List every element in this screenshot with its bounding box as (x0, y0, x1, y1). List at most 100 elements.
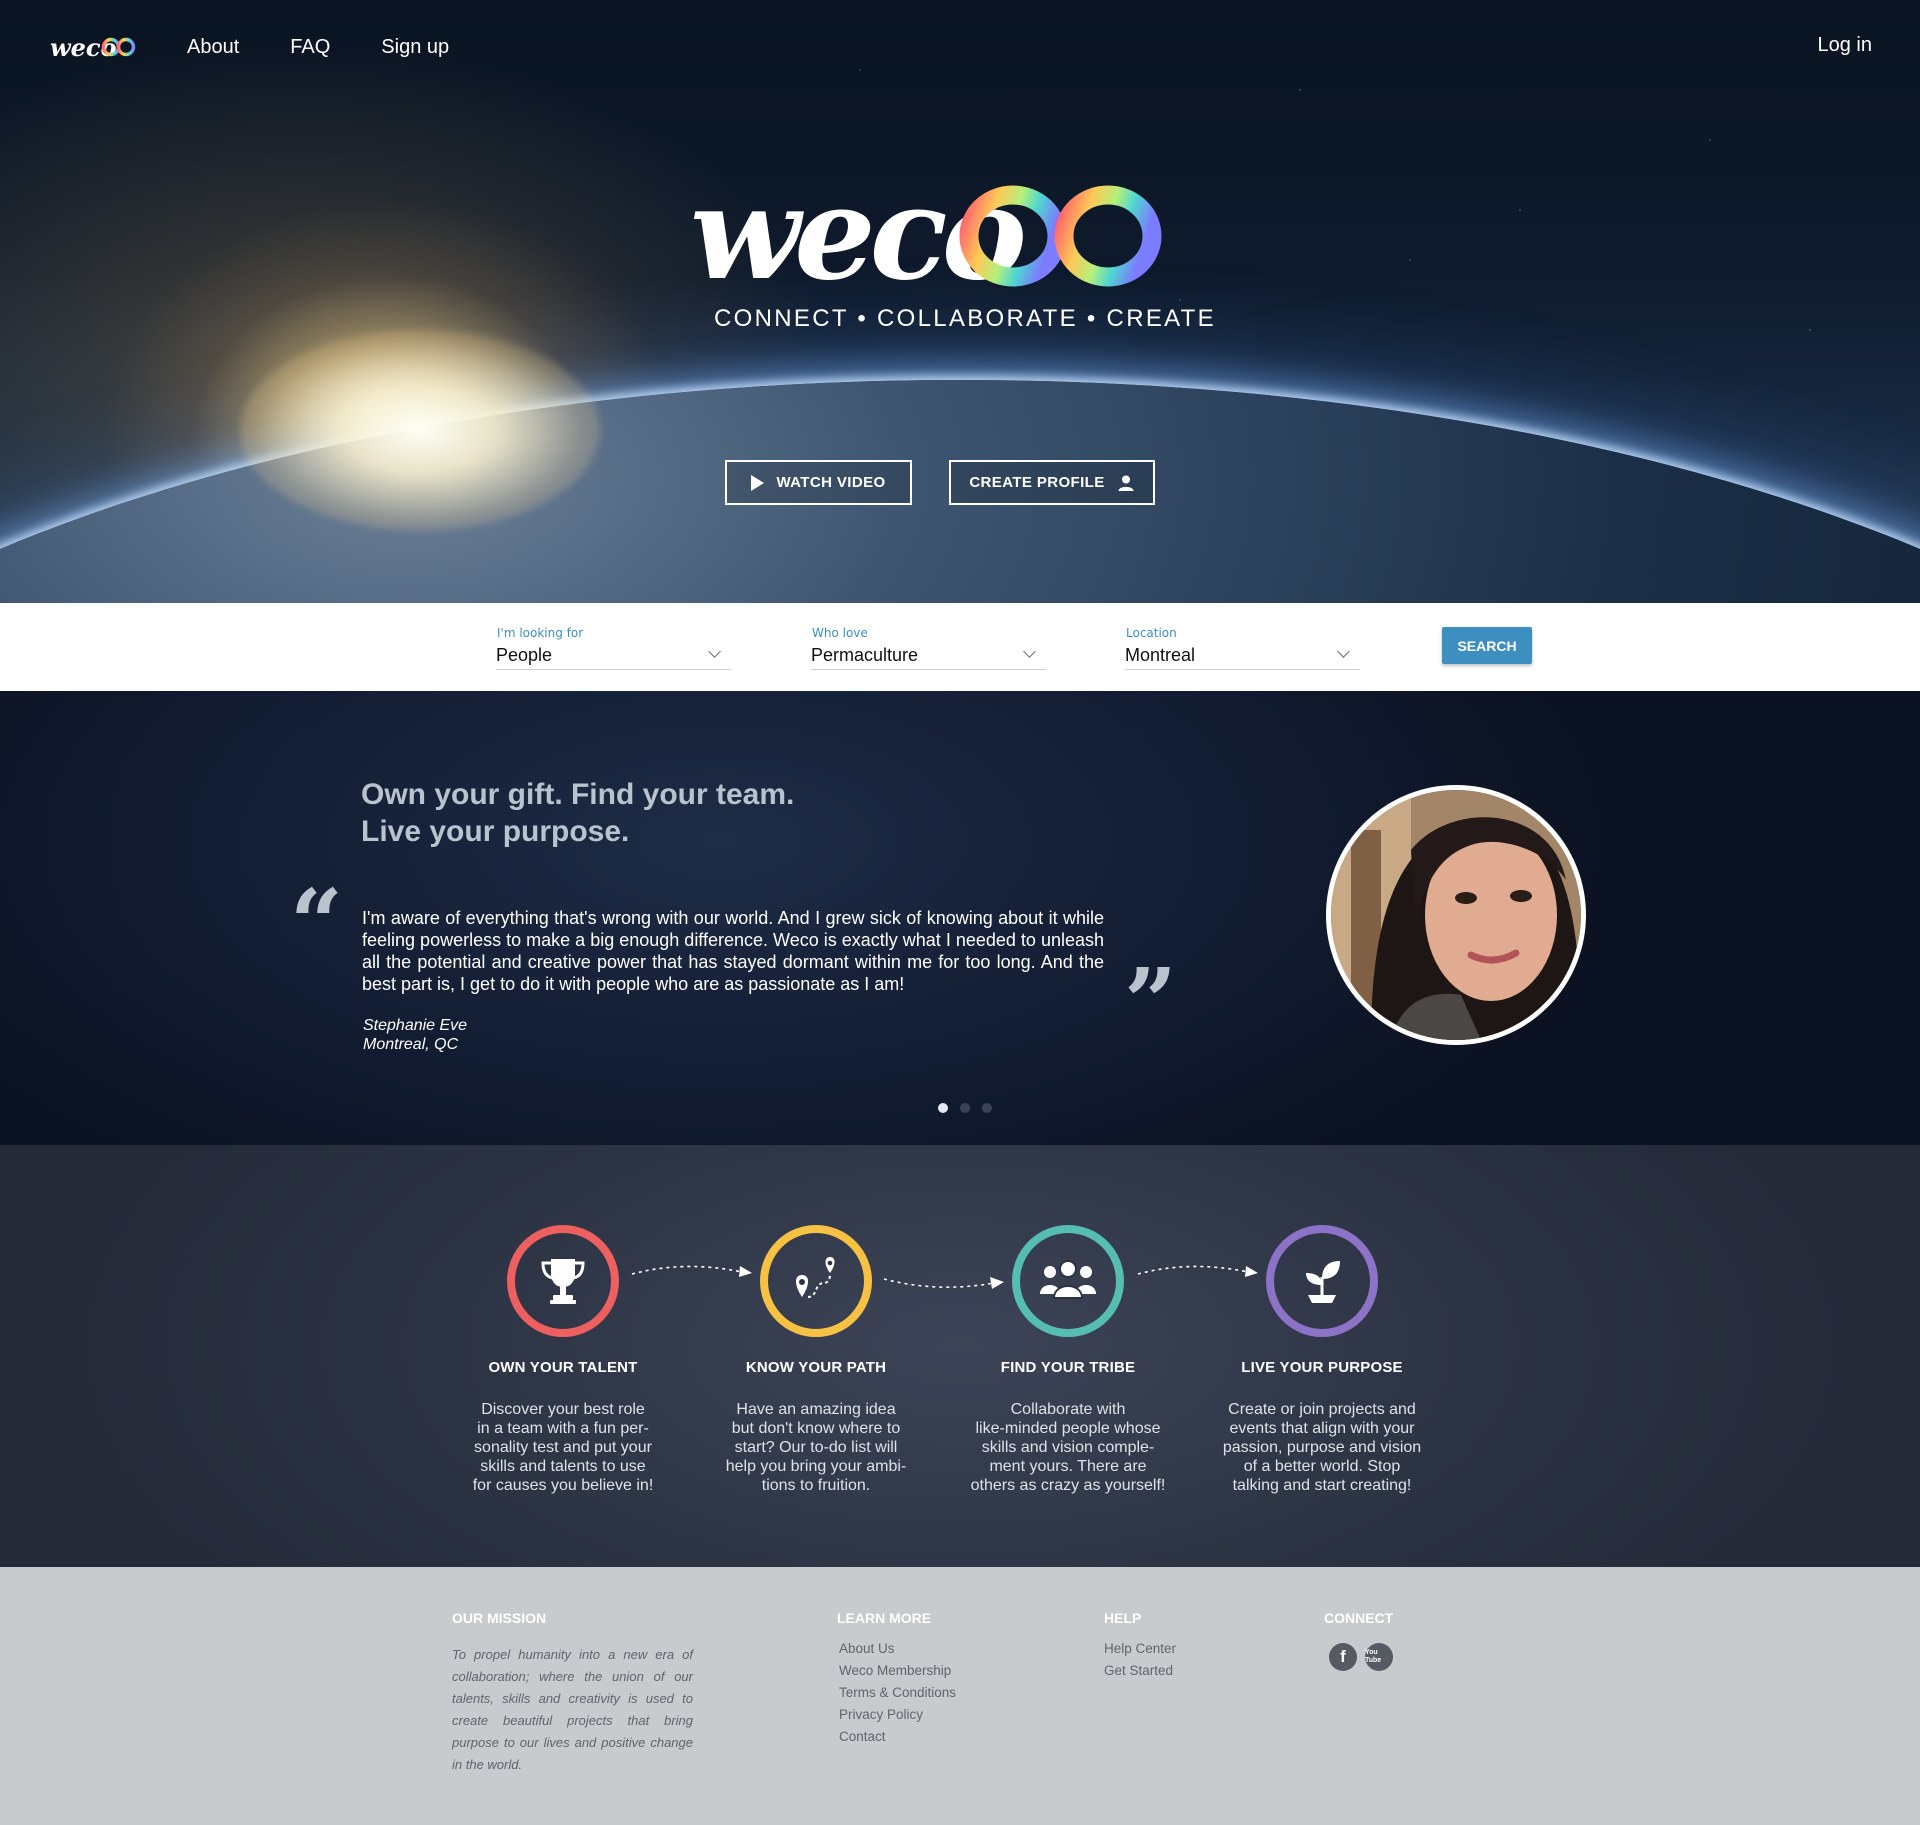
desc-line: others as crazy as yourself! (970, 1477, 1166, 1494)
who-love-select[interactable]: Who love Permaculture (811, 625, 1046, 670)
sprout-icon (1306, 1261, 1340, 1303)
location-select[interactable]: Location Montreal (1125, 625, 1360, 670)
step-title: KNOW YOUR PATH (745, 1359, 887, 1376)
desc-line: passion, purpose and vision (1222, 1439, 1422, 1456)
who-love-label: Who love (812, 626, 868, 640)
group-icon (1040, 1260, 1096, 1299)
step-know-your-path: KNOW YOUR PATH Have an amazing idea but … (706, 1225, 926, 1495)
desc-line: Discover your best role (481, 1401, 645, 1418)
user-icon (1118, 475, 1134, 491)
step-ring-path (760, 1225, 872, 1337)
headline-line-1: Own your gift. Find your team. (361, 778, 795, 811)
chevron-down-icon (1023, 645, 1036, 658)
desc-line: skills and vision comple- (981, 1439, 1155, 1456)
desc-line: help you bring your ambi- (725, 1458, 907, 1475)
facebook-icon[interactable]: f (1329, 1643, 1357, 1671)
location-label: Location (1126, 626, 1177, 640)
nav-about-link[interactable]: About (187, 36, 239, 59)
chevron-down-icon (1337, 645, 1350, 658)
desc-line: skills and talents to use (480, 1458, 646, 1475)
carousel-dot-3[interactable] (982, 1103, 992, 1113)
desc-line: like-minded people whose (975, 1420, 1161, 1437)
help-heading: HELP (1104, 1610, 1142, 1626)
testimonial-quote: I'm aware of everything that's wrong wit… (362, 908, 1104, 994)
play-icon (751, 474, 765, 491)
footer-link-help-center[interactable]: Help Center (1104, 1641, 1176, 1656)
steps-section: OWN YOUR TALENT Discover your best role … (0, 1145, 1920, 1567)
carousel-dot-1[interactable] (938, 1103, 948, 1113)
location-value: Montreal (1125, 645, 1196, 665)
hero-section: weco About FAQ Sign up Log in weco CONNE… (0, 0, 1920, 603)
open-quote-icon: “ (290, 869, 343, 977)
step-live-your-purpose: LIVE YOUR PURPOSE Create or join project… (1212, 1225, 1432, 1495)
watch-video-button[interactable]: WATCH VIDEO (725, 460, 912, 505)
author-location: Montreal, QC (363, 1036, 459, 1053)
footer: OUR MISSION To propel humanity into a ne… (0, 1567, 1920, 1825)
nav-signup-link[interactable]: Sign up (381, 36, 449, 59)
search-button[interactable]: SEARCH (1442, 627, 1532, 664)
youtube-icon[interactable]: You Tube (1365, 1643, 1393, 1671)
help-links: Help Center Get Started (1104, 1641, 1176, 1678)
login-link[interactable]: Log in (1818, 34, 1873, 57)
who-love-value: Permaculture (811, 645, 919, 665)
looking-for-value: People (496, 645, 553, 665)
portrait-illustration (1331, 790, 1581, 1040)
looking-for-select[interactable]: I'm looking for People (496, 625, 731, 670)
step-description: Create or join projects and events that … (1212, 1400, 1432, 1495)
desc-line: talking and start creating! (1232, 1477, 1412, 1494)
learn-more-heading: LEARN MORE (837, 1610, 932, 1626)
footer-link-about-us[interactable]: About Us (839, 1641, 956, 1656)
step-ring-tribe (1012, 1225, 1124, 1337)
sunrise-glow (240, 330, 600, 530)
create-profile-label: CREATE PROFILE (969, 474, 1105, 491)
nav-logo[interactable]: weco (50, 33, 140, 63)
nav-faq-link[interactable]: FAQ (290, 36, 330, 59)
chevron-down-icon (708, 645, 721, 658)
desc-line: events that align with your (1229, 1420, 1415, 1437)
desc-line: Have an amazing idea (736, 1401, 896, 1418)
headline-line-2: Live your purpose. (361, 815, 630, 848)
path-pins-icon (796, 1257, 835, 1298)
step-description: Discover your best role in a team with a… (453, 1400, 673, 1495)
desc-line: of a better world. Stop (1243, 1458, 1401, 1475)
carousel-dots (938, 1103, 992, 1113)
desc-line: sonality test and put your (474, 1439, 652, 1456)
testimonial-section: Own your gift. Find your team. Live your… (0, 691, 1920, 1145)
search-bar: I'm looking for People Who love Permacul… (0, 603, 1920, 691)
desc-line: for causes you believe in! (472, 1477, 654, 1494)
testimonial-headline: Own your gift. Find your team. Live your… (361, 776, 794, 850)
carousel-dot-2[interactable] (960, 1103, 970, 1113)
close-quote-icon: ” (1124, 948, 1177, 1056)
step-description: Collaborate with like-minded people whos… (958, 1400, 1178, 1495)
desc-line: Create or join projects and (1228, 1401, 1416, 1418)
desc-line: in a team with a fun per- (477, 1420, 649, 1437)
trophy-icon (541, 1259, 585, 1304)
footer-link-privacy[interactable]: Privacy Policy (839, 1707, 956, 1722)
step-description: Have an amazing idea but don't know wher… (706, 1400, 926, 1495)
learn-more-links: About Us Weco Membership Terms & Conditi… (839, 1641, 956, 1744)
nav-logo-text: weco (50, 33, 117, 62)
step-ring-purpose (1266, 1225, 1378, 1337)
author-name: Stephanie Eve (363, 1017, 468, 1034)
social-links: f You Tube (1329, 1643, 1393, 1671)
main-nav: About FAQ Sign up (187, 36, 449, 59)
step-title: OWN YOUR TALENT (488, 1359, 638, 1376)
desc-line: Collaborate with (1010, 1401, 1126, 1418)
looking-for-label: I'm looking for (497, 626, 584, 640)
hero-tagline: CONNECT • COLLABORATE • CREATE (714, 305, 1216, 332)
footer-link-contact[interactable]: Contact (839, 1729, 956, 1744)
footer-link-get-started[interactable]: Get Started (1104, 1663, 1176, 1678)
watch-video-label: WATCH VIDEO (776, 474, 886, 491)
desc-line: tions to fruition. (761, 1477, 871, 1494)
step-title: FIND YOUR TRIBE (1000, 1359, 1136, 1376)
step-title: LIVE YOUR PURPOSE (1241, 1359, 1403, 1376)
desc-line: but don't know where to (731, 1420, 901, 1437)
create-profile-button[interactable]: CREATE PROFILE (949, 460, 1155, 505)
footer-link-terms[interactable]: Terms & Conditions (839, 1685, 956, 1700)
step-ring-talent (507, 1225, 619, 1337)
desc-line: ment yours. There are (989, 1458, 1147, 1475)
mission-text: To propel humanity into a new era of col… (452, 1647, 693, 1772)
footer-link-membership[interactable]: Weco Membership (839, 1663, 956, 1678)
hero-logo: weco (690, 175, 1162, 295)
testimonial-author: Stephanie Eve Montreal, QC (363, 1016, 467, 1054)
